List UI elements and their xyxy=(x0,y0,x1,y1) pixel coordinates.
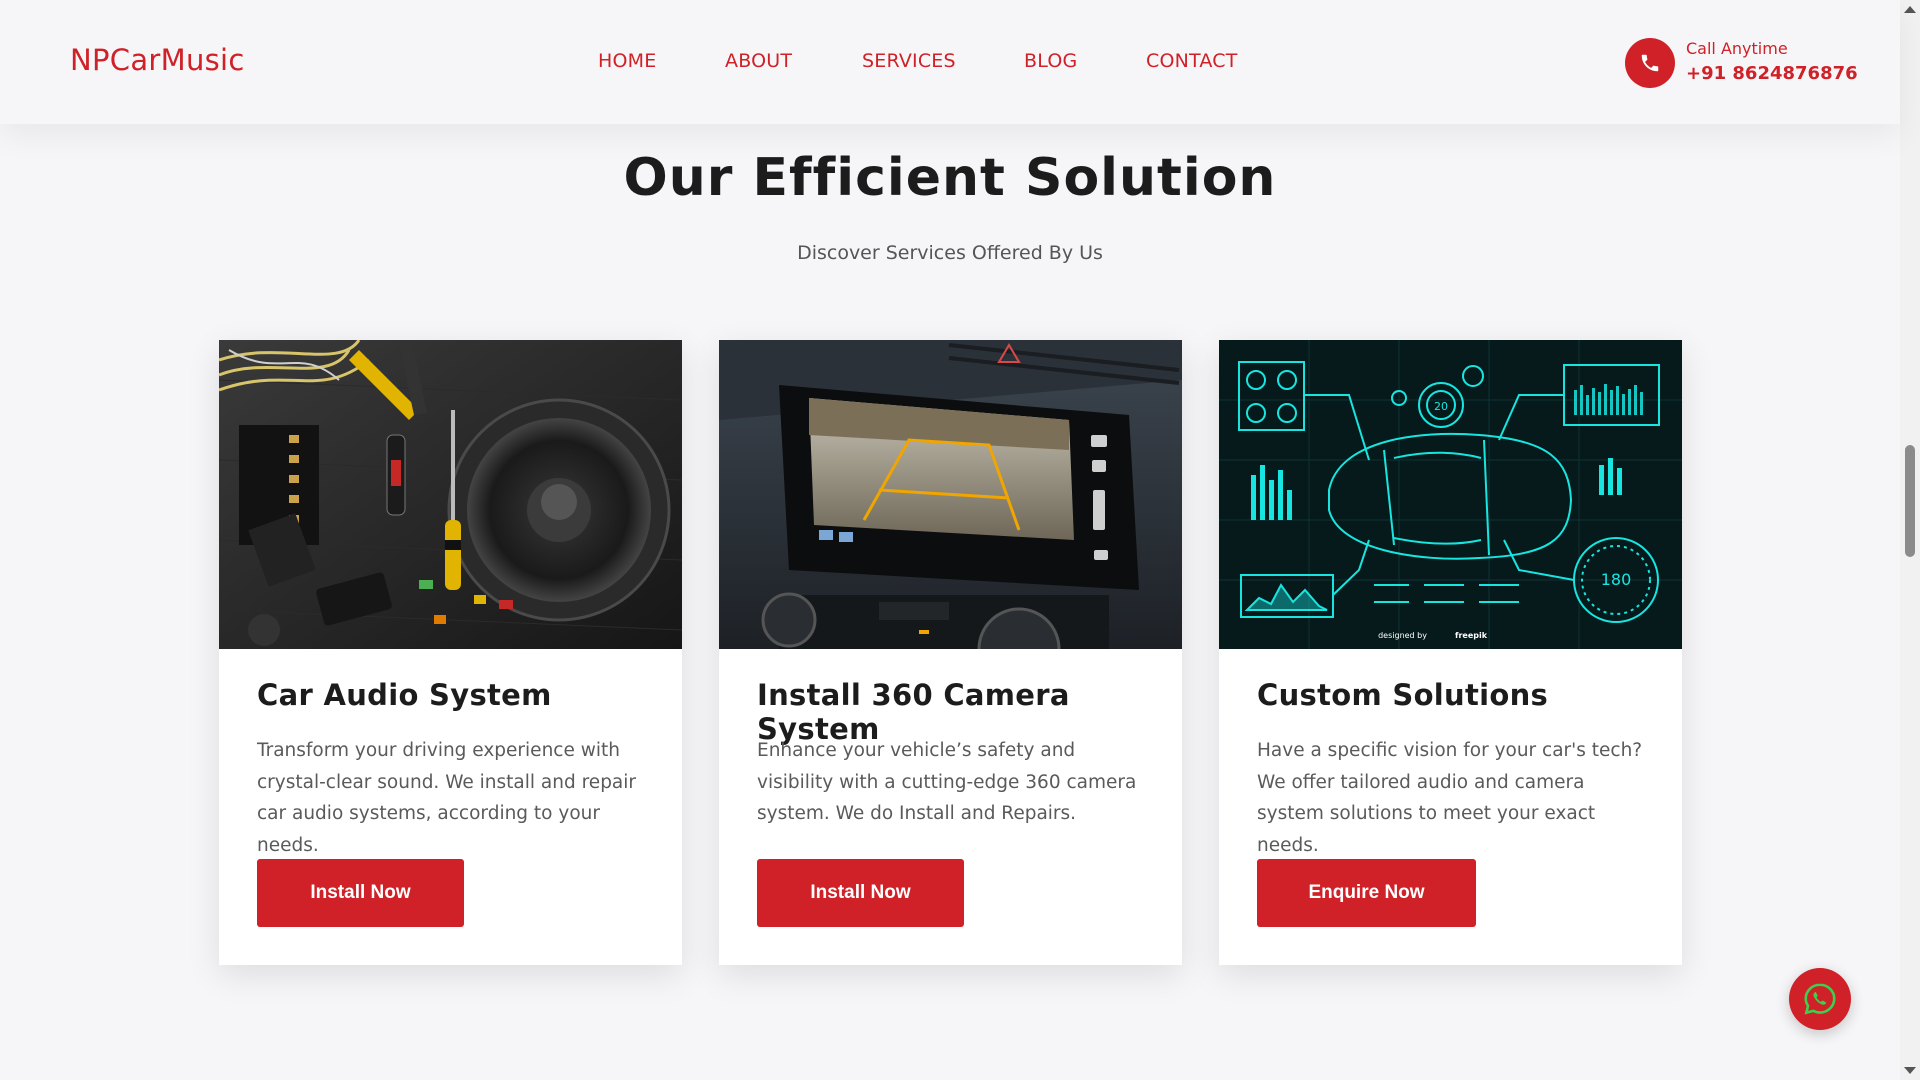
card-description: Transform your driving experience with c… xyxy=(257,740,637,856)
whatsapp-icon[interactable] xyxy=(1789,968,1851,1030)
nav-home[interactable]: HOME xyxy=(598,50,656,72)
car-camera-image xyxy=(719,340,1182,649)
card-description: Enhance your vehicle’s safety and visibi… xyxy=(757,740,1137,824)
scroll-down-arrow-icon[interactable] xyxy=(1904,1067,1916,1074)
main-nav: HOME ABOUT SERVICES BLOG CONTACT xyxy=(0,50,1900,74)
scroll-up-arrow-icon[interactable] xyxy=(1904,6,1916,13)
service-card-custom-solutions: 20 180 designed by freepik Custom Soluti… xyxy=(1219,340,1682,965)
card-title: Car Audio System xyxy=(257,678,552,712)
image-credit-prefix: designed by xyxy=(1378,631,1427,640)
car-audio-image xyxy=(219,340,682,649)
card-description: Have a specific vision for your car's te… xyxy=(1257,740,1643,856)
service-card-car-audio: Car Audio System Transform your driving … xyxy=(219,340,682,965)
car-hud-image: 20 180 designed by freepik xyxy=(1219,340,1682,649)
install-now-button[interactable]: Install Now xyxy=(757,859,964,927)
call-label: Call Anytime xyxy=(1686,39,1788,58)
phone-glyph xyxy=(1641,54,1659,72)
site-header: NPCarMusic HOME ABOUT SERVICES BLOG CONT… xyxy=(0,0,1900,124)
whatsapp-glyph xyxy=(1804,983,1836,1015)
nav-services[interactable]: SERVICES xyxy=(862,50,956,72)
section-subtitle: Discover Services Offered By Us xyxy=(797,242,1103,264)
service-card-360-camera: Install 360 Camera System Enhance your v… xyxy=(719,340,1182,965)
hud-gauge-small-value: 20 xyxy=(1434,400,1448,413)
call-number[interactable]: +91 8624876876 xyxy=(1686,63,1858,84)
car-hud-illustration: 20 180 designed by freepik xyxy=(1219,340,1682,649)
enquire-now-button[interactable]: Enquire Now xyxy=(1257,859,1476,927)
page-scrollbar[interactable] xyxy=(1900,0,1920,1080)
nav-contact[interactable]: CONTACT xyxy=(1146,50,1238,72)
hud-speed-value: 180 xyxy=(1601,570,1632,589)
nav-about[interactable]: ABOUT xyxy=(725,50,792,72)
card-title: Custom Solutions xyxy=(1257,678,1549,712)
nav-blog[interactable]: BLOG xyxy=(1024,50,1077,72)
scrollbar-thumb[interactable] xyxy=(1905,445,1915,557)
phone-icon[interactable] xyxy=(1625,38,1675,88)
image-credit-brand: freepik xyxy=(1455,631,1488,640)
section-title: Our Efficient Solution xyxy=(623,148,1277,208)
install-now-button[interactable]: Install Now xyxy=(257,859,464,927)
car-audio-illustration xyxy=(219,340,682,649)
car-camera-illustration xyxy=(719,340,1182,649)
